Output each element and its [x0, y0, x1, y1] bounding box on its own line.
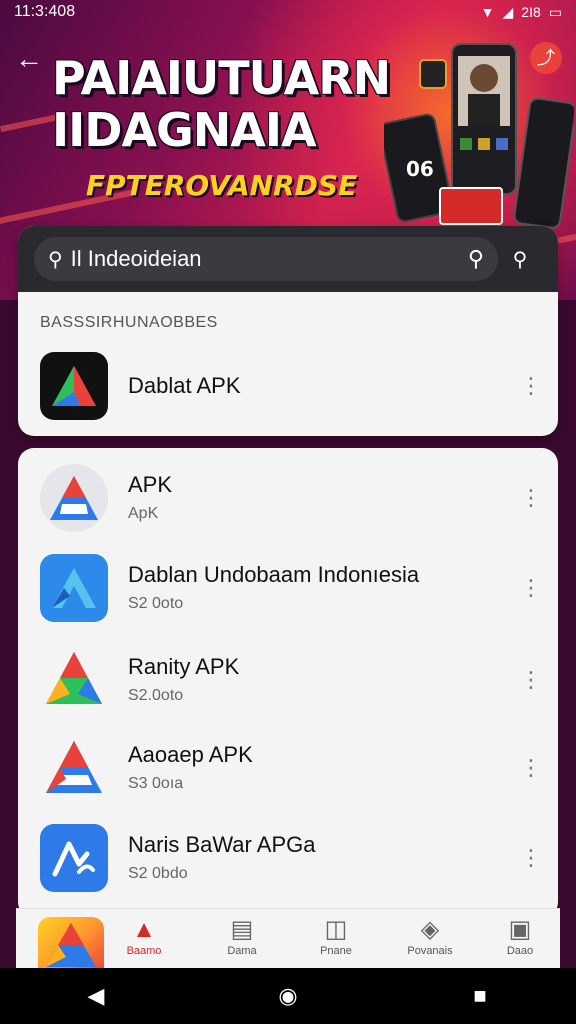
recents-square-icon[interactable]: ■ [450, 983, 510, 1009]
more-options-icon[interactable]: ⋮ [520, 375, 542, 397]
app-title: Aaoaep APK [128, 742, 253, 767]
featured-app-row[interactable]: Dablat APK ⋮ [40, 350, 542, 422]
app-icon [40, 554, 108, 622]
app-list-card: APK ApK ⋮ Dablan Undobaam Indonıesia S2 … [18, 448, 558, 918]
more-options-icon[interactable]: ⋮ [520, 487, 542, 509]
back-triangle-icon[interactable]: ◀ [66, 983, 126, 1009]
signal-icon: ◢ [502, 3, 514, 20]
search-icon: ⚲ [48, 248, 63, 271]
home-icon: ▲ [132, 916, 156, 943]
phones-illustration: 06 [384, 43, 574, 229]
nav-item-profile[interactable]: ▣ Daao [480, 915, 560, 957]
app-icon [40, 646, 108, 714]
featured-app-icon [40, 352, 108, 420]
nav-label: Povanais [407, 945, 453, 957]
hero-title-line1: PAIAIUTUARN [52, 51, 391, 105]
app-subtitle: S3 0oıa [128, 775, 184, 792]
status-bar: 11:3:408 ▼ ◢ 2I8 ▭ [0, 0, 576, 24]
app-subtitle: S2 0oto [128, 595, 184, 612]
list-item[interactable]: Aaoaep APK S3 0oıa ⋮ [40, 732, 542, 804]
app-subtitle: ApK [128, 505, 159, 522]
wifi-icon: ▼ [480, 4, 495, 20]
home-circle-icon[interactable]: ◉ [258, 983, 318, 1009]
app-title: Dablan Undobaam Indonıesia [128, 562, 420, 587]
search-bar: ⚲ Il Indeoideian ⚲ ⚲ [18, 226, 558, 292]
section-label: BASSSIRHUNAOBBES [40, 314, 218, 331]
app-shortcut-icon[interactable] [38, 917, 104, 973]
nav-label: Daao [506, 945, 534, 957]
status-extra: 2I8 [521, 4, 541, 20]
search-query: Il Indeoideian [70, 246, 202, 271]
bottom-navigation: ▲ Baamo ▤ Dama ◫ Pnane ◈ Povanais ▣ Daao [16, 908, 560, 973]
hero-subtitle: FPTEROVANRDSE [86, 169, 358, 202]
app-title: Naris BaWar APGa [128, 832, 316, 857]
list-item[interactable]: Naris BaWar APGa S2 0bdo ⋮ [40, 822, 542, 894]
nav-item-calendar[interactable]: ▤ Dama [202, 915, 282, 957]
chat-icon: ◫ [324, 916, 348, 943]
search-input[interactable]: ⚲ Il Indeoideian ⚲ [34, 237, 498, 281]
app-subtitle: S2.0oto [128, 687, 184, 704]
app-icon [40, 734, 108, 802]
search-card: ⚲ Il Indeoideian ⚲ ⚲ BASSSIRHUNAOBBES Da… [18, 226, 558, 436]
nav-item-chat[interactable]: ◫ Pnane [296, 915, 376, 957]
list-item[interactable]: APK ApK ⋮ [40, 462, 542, 534]
app-icon [40, 464, 108, 532]
more-options-icon[interactable]: ⋮ [520, 847, 542, 869]
more-options-icon[interactable]: ⋮ [520, 757, 542, 779]
list-item[interactable]: Ranity APK S2.0oto ⋮ [40, 644, 542, 716]
app-title: APK [128, 472, 173, 497]
voice-search-icon[interactable]: ⚲ [498, 247, 542, 272]
more-options-icon[interactable]: ⋮ [520, 577, 542, 599]
nav-label: Dama [227, 945, 257, 957]
nav-label: Pnane [320, 945, 352, 957]
profile-icon: ▣ [508, 916, 532, 943]
status-time: 11:3:408 [14, 3, 76, 20]
hero-title-line2: IIDAGNAIA [52, 103, 317, 157]
app-icon [40, 824, 108, 892]
nav-item-home[interactable]: ▲ Baamo [104, 915, 184, 957]
more-options-icon[interactable]: ⋮ [520, 669, 542, 691]
battery-icon: ▭ [548, 3, 562, 20]
app-title: Ranity APK [128, 654, 240, 679]
back-arrow-icon[interactable]: ← [14, 44, 44, 74]
featured-app-name: Dablat APK [128, 373, 241, 398]
nav-label: Baamo [126, 945, 162, 957]
list-item[interactable]: Dablan Undobaam Indonıesia S2 0oto ⋮ [40, 552, 542, 624]
app-subtitle: S2 0bdo [128, 865, 188, 882]
calendar-icon: ▤ [230, 916, 254, 943]
nav-item-box[interactable]: ◈ Povanais [390, 915, 470, 957]
box-icon: ◈ [420, 916, 440, 943]
phone-badge: 06 [406, 157, 434, 181]
search-submit-icon[interactable]: ⚲ [468, 246, 484, 272]
hero-title: PAIAIUTUARN IIDAGNAIA [52, 52, 422, 156]
system-navigation-bar: ◀ ◉ ■ [0, 968, 576, 1024]
